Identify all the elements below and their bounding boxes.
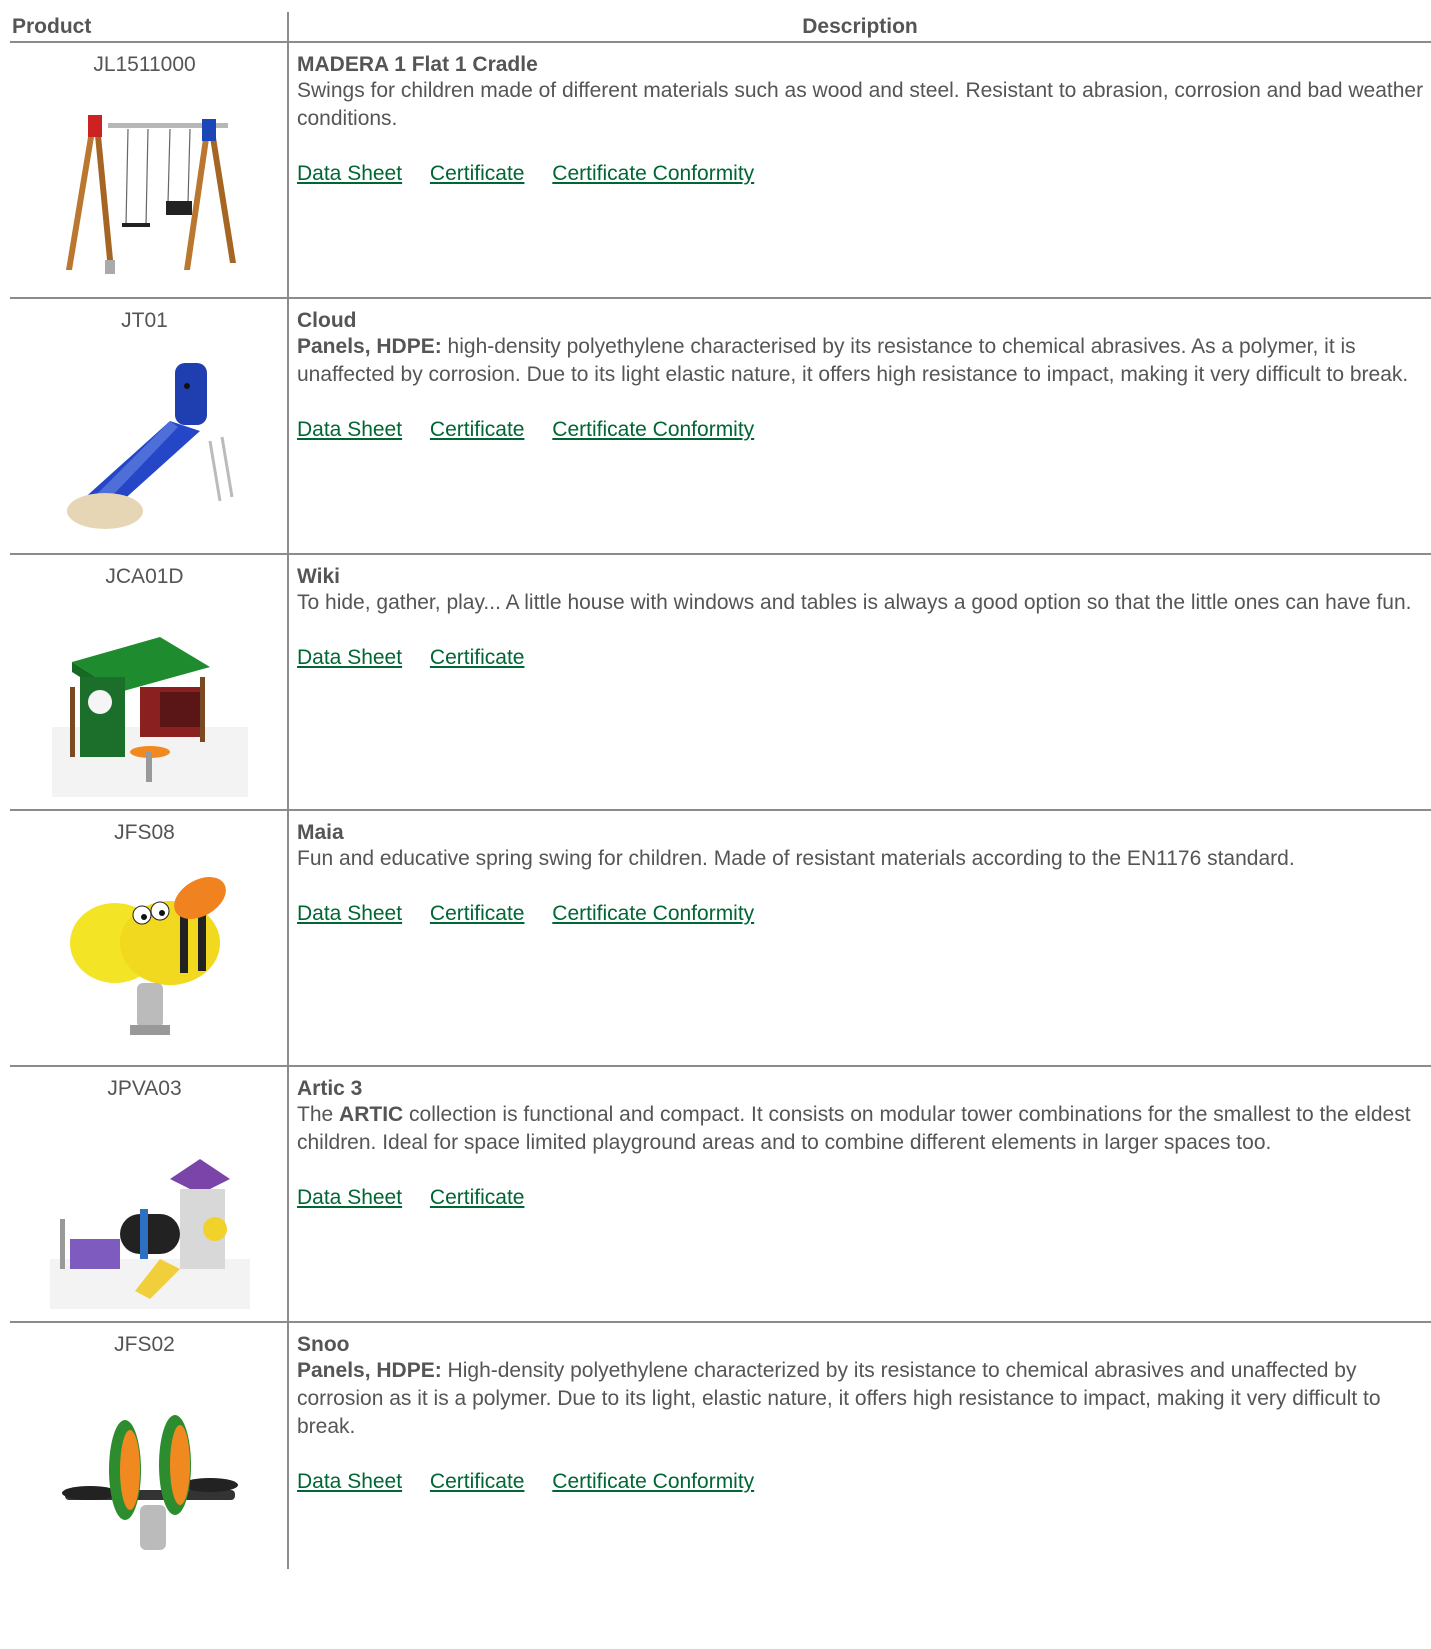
spring-seesaw-image (62, 1415, 238, 1550)
description-cell: Wiki To hide, gather, play... A little h… (289, 555, 1431, 809)
product-title: Snoo (297, 1333, 350, 1356)
certificate-conformity-link[interactable]: Certificate Conformity (552, 162, 754, 185)
data-sheet-link[interactable]: Data Sheet (297, 1470, 402, 1493)
description-cell: Artic 3 The ARTIC collection is function… (289, 1067, 1431, 1321)
bee-spring-rider-image (70, 877, 226, 1035)
swing-set-image (66, 115, 236, 274)
product-title: Cloud (297, 309, 357, 332)
certificate-link[interactable]: Certificate (430, 1186, 525, 1209)
product-table: Product Description JL1511000 MADERA 1 F… (10, 12, 1431, 1569)
certificate-link[interactable]: Certificate (430, 646, 525, 669)
tower-playground-image (50, 1159, 250, 1309)
data-sheet-link[interactable]: Data Sheet (297, 902, 402, 925)
certificate-conformity-link[interactable]: Certificate Conformity (552, 418, 754, 441)
product-code: JCA01D (105, 565, 184, 588)
certificate-conformity-link[interactable]: Certificate Conformity (552, 1470, 754, 1493)
product-description: Panels, HDPE: high-density polyethylene … (297, 333, 1431, 389)
product-code: JFS02 (114, 1333, 175, 1356)
product-code: JT01 (121, 309, 168, 332)
product-cell: JFS08 (10, 811, 289, 1065)
lead-bold: Panels, HDPE: (297, 1359, 442, 1382)
product-title: Wiki (297, 565, 340, 588)
table-row: JCA01D Wiki To hide, gather, play... A l… (10, 555, 1431, 811)
lead-bold: Panels, HDPE: (297, 335, 442, 358)
product-title: Artic 3 (297, 1077, 363, 1100)
header-product: Product (10, 12, 289, 41)
product-cell: JL1511000 (10, 43, 289, 297)
data-sheet-link[interactable]: Data Sheet (297, 418, 402, 441)
data-sheet-link[interactable]: Data Sheet (297, 646, 402, 669)
product-description: To hide, gather, play... A little house … (297, 591, 1412, 614)
description-body: collection is functional and compact. It… (297, 1103, 1411, 1154)
table-row: JPVA03 Artic 3 The ARTIC collection is f… (10, 1067, 1431, 1323)
product-code: JL1511000 (93, 53, 196, 76)
description-body: High-density polyethylene characterized … (297, 1359, 1381, 1438)
header-description: Description (802, 15, 918, 38)
product-description: Panels, HDPE: High-density polyethylene … (297, 1357, 1431, 1441)
product-description: The ARTIC collection is functional and c… (297, 1101, 1431, 1157)
table-row: JL1511000 MADERA 1 Flat 1 Cradle Swings … (10, 43, 1431, 299)
table-header: Product Description (10, 12, 1431, 43)
product-description: Fun and educative spring swing for child… (297, 847, 1295, 870)
description-cell: Snoo Panels, HDPE: High-density polyethy… (289, 1323, 1431, 1569)
product-code: JPVA03 (107, 1077, 182, 1100)
certificate-conformity-link[interactable]: Certificate Conformity (552, 902, 754, 925)
description-cell: MADERA 1 Flat 1 Cradle Swings for childr… (289, 43, 1431, 297)
product-cell: JFS02 (10, 1323, 289, 1569)
certificate-link[interactable]: Certificate (430, 418, 525, 441)
product-cell: JCA01D (10, 555, 289, 809)
certificate-link[interactable]: Certificate (430, 1470, 525, 1493)
product-cell: JPVA03 (10, 1067, 289, 1321)
product-title: MADERA 1 Flat 1 Cradle (297, 53, 538, 76)
data-sheet-link[interactable]: Data Sheet (297, 162, 402, 185)
description-cell: Cloud Panels, HDPE: high-density polyeth… (289, 299, 1431, 553)
playhouse-image (52, 637, 248, 797)
table-row: JFS02 Snoo Panels, HDPE: High-density po… (10, 1323, 1431, 1569)
data-sheet-link[interactable]: Data Sheet (297, 1186, 402, 1209)
certificate-link[interactable]: Certificate (430, 162, 525, 185)
certificate-link[interactable]: Certificate (430, 902, 525, 925)
table-row: JFS08 Maia Fun and educative spring swin… (10, 811, 1431, 1067)
description-cell: Maia Fun and educative spring swing for … (289, 811, 1431, 1065)
description-prefix: The (297, 1103, 340, 1126)
slide-image (67, 363, 234, 529)
product-cell: JT01 (10, 299, 289, 553)
description-body: high-density polyethylene characterised … (297, 335, 1409, 386)
product-title: Maia (297, 821, 344, 844)
lead-bold: ARTIC (339, 1103, 404, 1126)
product-code: JFS08 (114, 821, 175, 844)
product-description: Swings for children made of different ma… (297, 79, 1424, 130)
table-row: JT01 Cloud Panels, HDPE: high-density po… (10, 299, 1431, 555)
